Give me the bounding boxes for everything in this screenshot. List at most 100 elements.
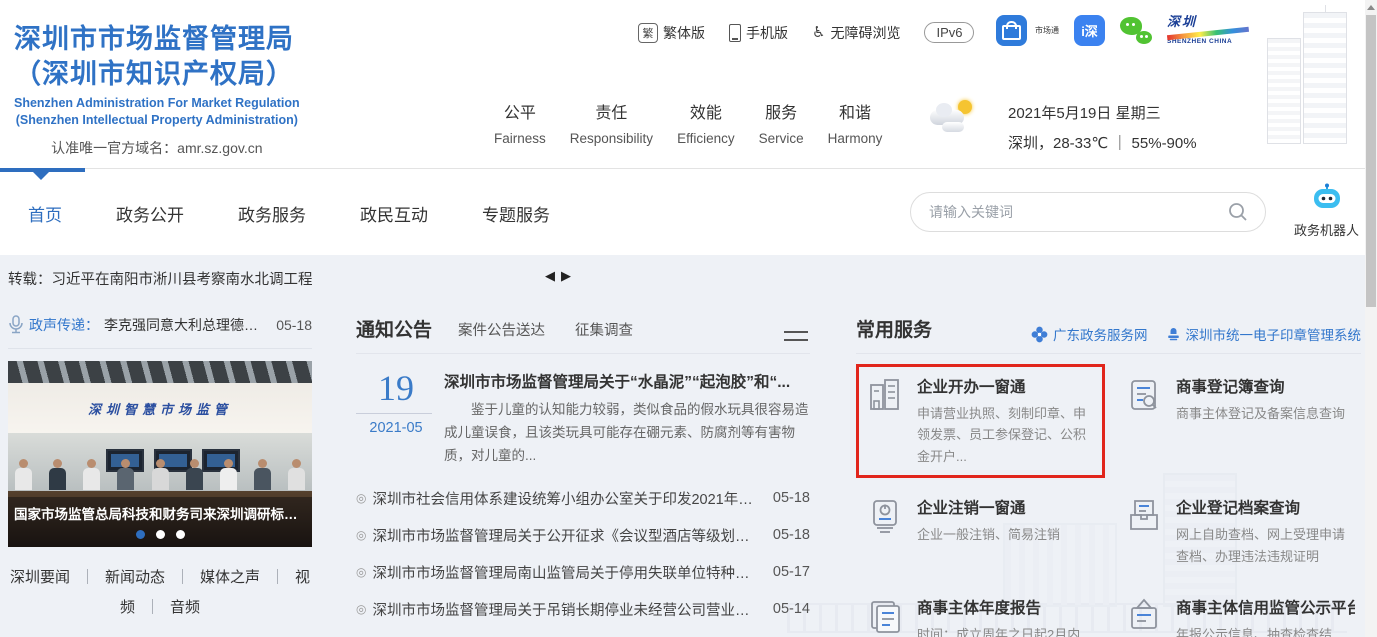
main-navigation: 首页 政务公开 政务服务 政民互动 专题服务 政务机器人 bbox=[0, 168, 1377, 255]
market-app-link[interactable]: 市场通 bbox=[996, 14, 1059, 46]
date-line: 2021年5月19日 星期三 bbox=[1008, 105, 1161, 122]
seal-icon bbox=[1167, 328, 1179, 341]
notices-title: 通知公告 bbox=[356, 320, 433, 341]
site-title-en-line1: Shenzhen Administration For Market Regul… bbox=[14, 96, 300, 111]
photo-people bbox=[14, 459, 306, 493]
scroll-up-arrow[interactable] bbox=[1365, 0, 1377, 14]
document-search-icon bbox=[1131, 380, 1157, 410]
accessibility-icon: ♿ bbox=[812, 24, 826, 41]
search-input[interactable] bbox=[927, 203, 1227, 221]
link-news-updates[interactable]: 新闻动态 bbox=[105, 569, 165, 586]
notice-list: ◎ 深圳市社会信用体系建设统筹小组办公室关于印发2021年深圳市... 05-1… bbox=[356, 480, 810, 628]
separator: ｜ bbox=[174, 569, 190, 586]
notice-row[interactable]: ◎ 深圳市市场监督管理局南山监管局关于停用失联单位特种设备的公... 05-17 bbox=[356, 554, 810, 591]
tab-surveys[interactable]: 征集调查 bbox=[575, 319, 633, 340]
ishenzhen-app-icon[interactable]: i深 bbox=[1074, 14, 1105, 46]
notice-row[interactable]: ◎ 深圳市社会信用体系建设统筹小组办公室关于印发2021年深圳市... 05-1… bbox=[356, 480, 810, 517]
notice-row[interactable]: ◎ 深圳市市场监督管理局关于公开征求《会议型酒店等级划分与评定... 05-18 bbox=[356, 517, 810, 554]
service-credit-platform[interactable]: 商事主体信用监管公示平台 年报公示信息、抽查检查结果、经营异常名录等 bbox=[1115, 585, 1364, 637]
photo-carousel[interactable]: 深圳智慧市场监管 国家市场监管总局科技和财务司来深圳调研标识标... bbox=[8, 361, 312, 547]
shenzhen-city-logo[interactable]: 深圳 SHENZHEN CHINA bbox=[1166, 14, 1253, 46]
ticker-headline[interactable]: 转载：习近平在南阳市淅川县考察南水北调工程 bbox=[8, 268, 313, 289]
building-sketch bbox=[1255, 4, 1351, 144]
nav-item-interaction[interactable]: 政民互动 bbox=[360, 201, 428, 226]
shenzhen-logo-en: SHENZHEN CHINA bbox=[1167, 38, 1233, 46]
link-media-voice[interactable]: 媒体之声 bbox=[200, 569, 260, 586]
traditional-version-link[interactable]: 繁 繁体版 bbox=[638, 22, 705, 43]
tab-case-announcements[interactable]: 案件公告送达 bbox=[458, 319, 545, 340]
service-business-opening[interactable]: 企业开办一窗通 申请营业执照、刻制印章、申领发票、员工参保登记、公积金开户... bbox=[856, 364, 1105, 479]
photo-ceiling bbox=[8, 361, 312, 383]
featured-day: 19 bbox=[378, 368, 414, 408]
site-logo[interactable]: 深圳市市场监督管理局 （深圳市知识产权局） Shenzhen Administr… bbox=[14, 22, 300, 158]
bullet-icon: ◎ bbox=[356, 565, 367, 580]
pinwheel-icon bbox=[1031, 326, 1048, 342]
separator: ｜ bbox=[144, 599, 160, 616]
photo-wall-text: 深圳智慧市场监管 bbox=[87, 401, 232, 417]
bullet-icon: ◎ bbox=[356, 528, 367, 543]
nav-item-home[interactable]: 首页 bbox=[28, 201, 62, 226]
site-title-cn-line2: （深圳市知识产权局） bbox=[14, 59, 294, 90]
nav-item-gov-disclosure[interactable]: 政务公开 bbox=[116, 201, 184, 226]
search-box bbox=[910, 192, 1266, 232]
nav-item-gov-services[interactable]: 政务服务 bbox=[238, 201, 306, 226]
ticker-next-icon[interactable]: ▶ bbox=[561, 268, 571, 284]
link-audio[interactable]: 音频 bbox=[170, 599, 200, 616]
nav-item-special-services[interactable]: 专题服务 bbox=[482, 201, 550, 226]
app-icons: 市场通 i深 深圳 SHENZHEN CHINA bbox=[996, 14, 1253, 46]
value-harmony: 和谐 Harmony bbox=[827, 105, 883, 146]
microphone-icon bbox=[9, 315, 23, 334]
scrollbar-thumb[interactable] bbox=[1366, 15, 1376, 307]
bullet-icon: ◎ bbox=[356, 602, 367, 617]
value-efficiency: 效能 Efficiency bbox=[677, 105, 735, 146]
market-app-label: 市场通 bbox=[1035, 25, 1059, 35]
company-building-icon bbox=[870, 379, 899, 410]
carousel-dot-2[interactable] bbox=[155, 530, 165, 539]
value-service: 服务 Service bbox=[758, 105, 804, 146]
notice-row[interactable]: ◎ 深圳市市场监督管理局关于吊销长期停业未经营公司营业执照的公... 05-14 bbox=[356, 591, 810, 628]
news-column: 政声传递： 李克强同意大利总理德拉吉通电... 05-18 深圳智慧市场监管 国… bbox=[8, 315, 312, 623]
weather-icon bbox=[928, 100, 978, 140]
wechat-icon[interactable] bbox=[1120, 14, 1152, 46]
carousel-dots bbox=[8, 530, 312, 539]
link-shenzhen-news[interactable]: 深圳要闻 bbox=[10, 569, 70, 586]
voice-news-headline[interactable]: 李克强同意大利总理德拉吉通电... bbox=[104, 315, 265, 335]
active-tab-indicator bbox=[0, 168, 85, 180]
gov-robot-button[interactable]: 政务机器人 bbox=[1294, 183, 1359, 239]
carousel-caption[interactable]: 国家市场监管总局科技和财务司来深圳调研标识标... bbox=[8, 503, 312, 523]
phone-icon bbox=[729, 23, 741, 42]
report-pages-icon bbox=[871, 601, 900, 634]
search-icon[interactable] bbox=[1227, 201, 1249, 223]
featured-notice-title[interactable]: 深圳市市场监督管理局关于“水晶泥”“起泡胶”和“... bbox=[444, 370, 810, 392]
ipv6-badge[interactable]: IPv6 bbox=[924, 22, 975, 43]
robot-icon bbox=[1313, 183, 1340, 208]
featured-notice: 19 2021-05 深圳市市场监督管理局关于“水晶泥”“起泡胶”和“... 鉴… bbox=[356, 370, 810, 468]
main-content: 转载：习近平在南阳市淅川县考察南水北调工程 ◀ ▶ 政声传递： 李克强同意大利总… bbox=[0, 255, 1377, 637]
voice-news-label: 政声传递： bbox=[29, 317, 99, 333]
featured-month: 2021-05 bbox=[369, 420, 423, 436]
site-header: 深圳市市场监督管理局 （深圳市知识产权局） Shenzhen Administr… bbox=[0, 0, 1377, 169]
voice-news-row: 政声传递： 李克强同意大利总理德拉吉通电... 05-18 bbox=[8, 315, 312, 349]
site-title-en-line2: (Shenzhen Intellectual Property Administ… bbox=[15, 113, 298, 128]
eseal-system-link[interactable]: 深圳市统一电子印章管理系统 bbox=[1166, 324, 1361, 344]
service-annual-report[interactable]: 商事主体年度报告 时间：成立周年之日起2月内 bbox=[856, 585, 1105, 637]
core-values: 公平 Fairness 责任 Responsibility 效能 Efficiency… bbox=[494, 99, 882, 146]
hanging-sign-icon bbox=[1131, 598, 1157, 630]
accessibility-link[interactable]: ♿ 无障碍浏览 bbox=[812, 23, 900, 43]
service-archive-search[interactable]: 企业登记档案查询 网上自助查档、网上受理申请查档、办理违法违规证明 bbox=[1115, 485, 1364, 578]
carousel-dot-3[interactable] bbox=[175, 530, 185, 539]
carousel-dot-1[interactable] bbox=[135, 530, 145, 539]
mobile-version-link[interactable]: 手机版 bbox=[729, 23, 788, 43]
traditional-version-label: 繁体版 bbox=[663, 24, 705, 41]
service-business-cancellation[interactable]: 企业注销一窗通 企业一般注销、简易注销 bbox=[856, 485, 1105, 578]
news-category-links: 深圳要闻｜新闻动态｜媒体之声｜视频｜音频 bbox=[8, 563, 312, 623]
accessibility-label: 无障碍浏览 bbox=[830, 24, 901, 41]
scrollbar[interactable] bbox=[1365, 0, 1377, 637]
service-registry-search[interactable]: 商事登记簿查询 商事主体登记及备案信息查询 bbox=[1115, 364, 1364, 478]
more-menu-icon[interactable] bbox=[784, 325, 808, 347]
power-device-icon bbox=[873, 500, 897, 534]
weather-line: 深圳，28-33℃ ｜ 55%-90% bbox=[1008, 135, 1197, 152]
carousel-caption-bar: 国家市场监管总局科技和财务司来深圳调研标识标... bbox=[8, 497, 312, 547]
ticker-prev-icon[interactable]: ◀ bbox=[545, 268, 555, 284]
guangdong-gov-service-link[interactable]: 广东政务服务网 bbox=[1031, 324, 1148, 344]
